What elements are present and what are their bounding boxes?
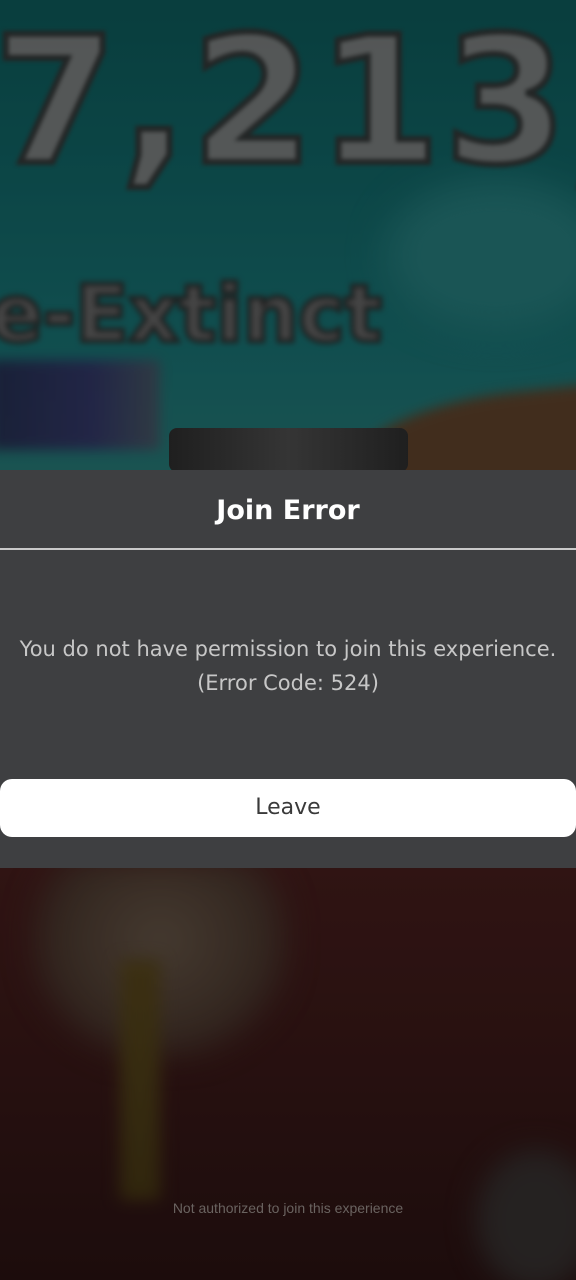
dialog-message: You do not have permission to join this …: [0, 632, 576, 700]
background-dim-overlay-bottom: [0, 868, 576, 1280]
join-error-dialog: Join Error You do not have permission to…: [0, 470, 576, 868]
dialog-divider: [0, 548, 576, 550]
error-code-text: (Error Code: 524): [197, 671, 379, 695]
leave-button[interactable]: Leave: [0, 779, 576, 837]
status-footer-note: Not authorized to join this experience: [172, 1200, 404, 1216]
background-panel-handle: [169, 428, 408, 472]
dialog-title: Join Error: [216, 495, 360, 526]
error-message-text: You do not have permission to join this …: [19, 637, 557, 661]
background-dim-overlay: [0, 0, 576, 470]
